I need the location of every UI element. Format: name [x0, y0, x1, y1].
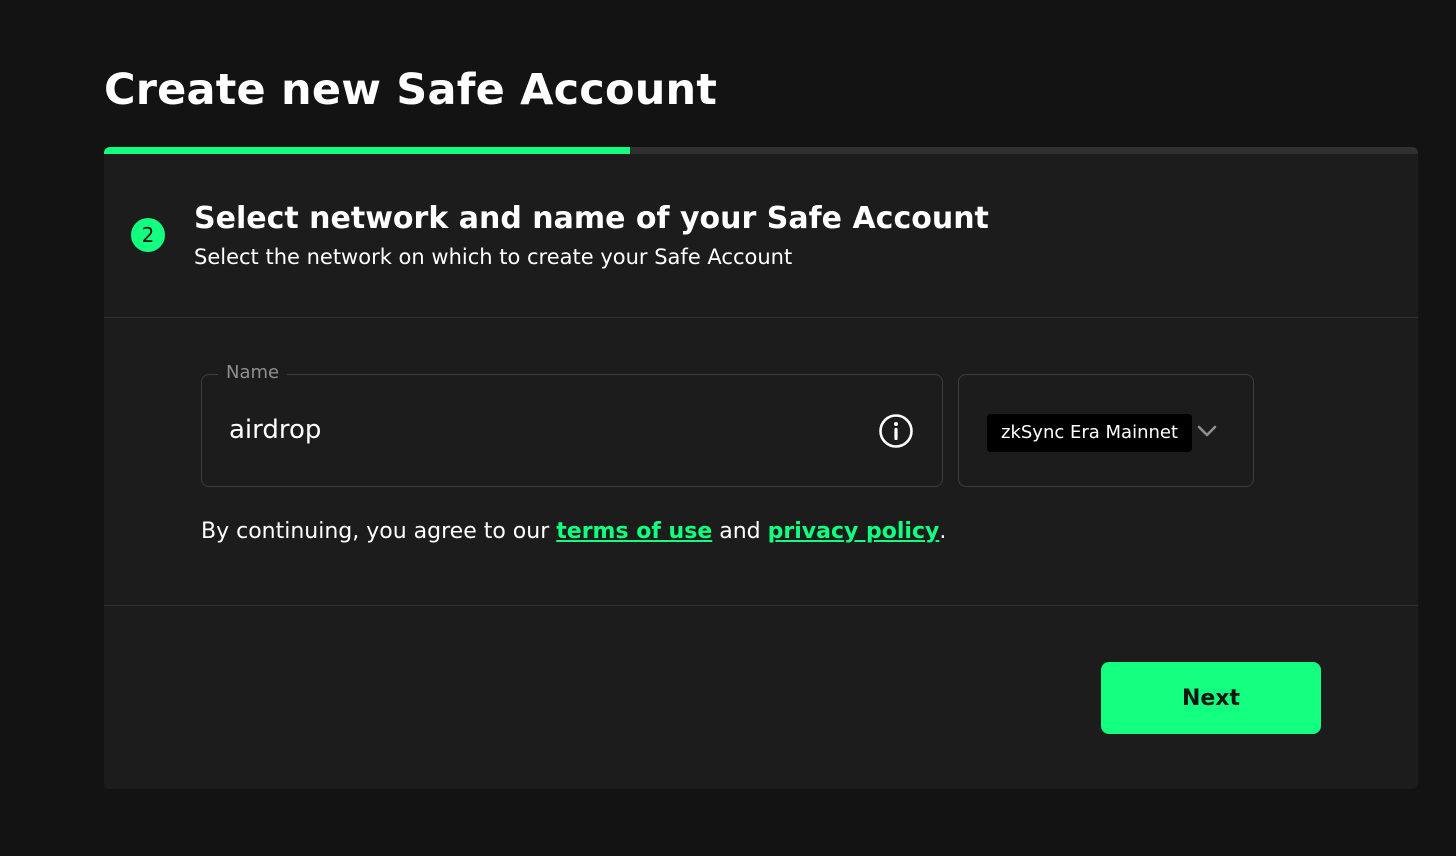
create-safe-card: 2 Select network and name of your Safe A…: [104, 147, 1418, 789]
step-number-badge: 2: [131, 218, 165, 252]
next-button[interactable]: Next: [1101, 662, 1321, 734]
name-field-label: Name: [218, 361, 288, 385]
header-divider: [104, 317, 1418, 318]
page-title: Create new Safe Account: [104, 65, 718, 115]
terms-prefix: By continuing, you agree to our: [201, 519, 557, 544]
progress-bar-fill: [104, 147, 630, 154]
network-chip: zkSync Era Mainnet: [987, 414, 1193, 452]
terms-middle: and: [712, 519, 768, 544]
terms-of-use-link[interactable]: terms of use: [556, 519, 712, 544]
network-select[interactable]: zkSync Era Mainnet: [958, 374, 1254, 487]
chevron-down-icon[interactable]: [1195, 421, 1219, 441]
safe-name-field[interactable]: Name airdrop: [201, 361, 943, 487]
progress-bar: [104, 147, 1418, 154]
privacy-policy-link[interactable]: privacy policy: [768, 519, 940, 544]
step-title: Select network and name of your Safe Acc…: [194, 201, 989, 236]
footer-divider: [104, 605, 1418, 606]
name-input[interactable]: airdrop: [229, 413, 321, 447]
info-icon[interactable]: [878, 413, 914, 449]
terms-notice: By continuing, you agree to our terms of…: [201, 517, 946, 547]
step-subtitle: Select the network on which to create yo…: [194, 245, 793, 269]
terms-suffix: .: [939, 519, 947, 544]
